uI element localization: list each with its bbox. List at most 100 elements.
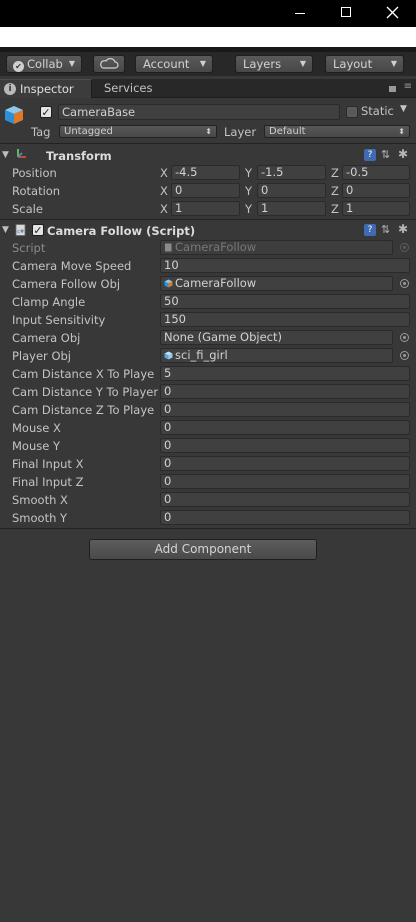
tab-bar: i Inspector Services ≡ <box>0 79 416 98</box>
transform-x-field[interactable]: 1 <box>171 201 240 216</box>
dropdown-arrow-icon: ⬍ <box>205 127 212 136</box>
value-field[interactable]: 0 <box>160 456 410 471</box>
field-label: Mouse X <box>12 421 61 435</box>
transform-row-label: Scale <box>12 202 43 216</box>
field-label: Smooth X <box>12 493 68 507</box>
tab-services[interactable]: Services <box>104 79 153 98</box>
value-field[interactable]: 0 <box>160 492 410 507</box>
field-label: Smooth Y <box>12 511 68 525</box>
transform-x-field[interactable]: -4.5 <box>171 165 240 180</box>
transform-x-field[interactable]: 0 <box>171 183 240 198</box>
foldout-arrow-icon[interactable]: ▼ <box>2 225 9 235</box>
dropdown-arrow-icon: ⬍ <box>398 127 405 136</box>
dropdown-arrow-icon: ▼ <box>390 59 397 68</box>
layout-dropdown[interactable]: Layout ▼ <box>325 55 404 73</box>
axis-x-label: X <box>160 184 168 198</box>
transform-y-field[interactable]: 0 <box>257 183 326 198</box>
minimize-button[interactable] <box>276 0 322 27</box>
field-label: Mouse Y <box>12 439 60 453</box>
separator <box>0 143 416 144</box>
field-label: Cam Distance X To Playe <box>12 367 155 381</box>
layer-dropdown[interactable]: Default ⬍ <box>264 125 410 138</box>
add-component-button[interactable]: Add Component <box>89 539 317 560</box>
cloud-button[interactable] <box>93 55 125 73</box>
tag-label: Tag <box>31 125 51 139</box>
axis-z-label: Z <box>331 184 339 198</box>
value-field[interactable]: 0 <box>160 402 410 417</box>
separator <box>0 219 416 220</box>
preset-sliders-icon[interactable]: ⇅ <box>381 224 393 236</box>
static-checkbox[interactable] <box>346 106 358 118</box>
transform-z-field[interactable]: -0.5 <box>342 165 410 180</box>
script-component-header[interactable]: ▼ c# ✓ Camera Follow (Script) ? ⇅ ✱ <box>0 222 416 240</box>
object-reference-field[interactable]: None (Game Object) <box>160 330 393 345</box>
value-field[interactable]: 5 <box>160 366 410 381</box>
maximize-icon <box>341 7 351 17</box>
preset-sliders-icon[interactable]: ⇅ <box>381 149 393 161</box>
tab-inspector-label: Inspector <box>20 82 74 96</box>
gear-icon[interactable]: ✱ <box>398 223 410 235</box>
collab-button[interactable]: ✔ Collab ▼ <box>6 55 82 73</box>
field-label: Final Input X <box>12 457 84 471</box>
object-picker-icon[interactable] <box>400 279 409 288</box>
axis-x-label: X <box>160 202 168 216</box>
field-label: Final Input Z <box>12 475 84 489</box>
menu-strip <box>0 27 416 47</box>
transform-z-field[interactable]: 0 <box>342 183 410 198</box>
foldout-arrow-icon[interactable]: ▼ <box>2 150 9 160</box>
value-field[interactable]: 0 <box>160 474 410 489</box>
object-reference-field[interactable]: CameraFollow <box>160 276 393 291</box>
help-icon[interactable]: ? <box>364 149 376 161</box>
field-label: Camera Move Speed <box>12 259 132 273</box>
script-enabled-checkbox[interactable]: ✓ <box>32 224 44 236</box>
transform-y-field[interactable]: -1.5 <box>257 165 326 180</box>
object-reference-field[interactable]: sci_fi_girl <box>160 348 393 363</box>
object-picker-icon <box>400 243 409 252</box>
field-label: Input Sensitivity <box>12 313 106 327</box>
value-field[interactable]: 0 <box>160 438 410 453</box>
field-label: Player Obj <box>12 349 71 363</box>
value-field[interactable]: 10 <box>160 258 410 273</box>
axis-y-label: Y <box>245 184 253 198</box>
axis-y-label: Y <box>245 202 253 216</box>
script-reference-field: CameraFollow <box>160 240 393 255</box>
value-field[interactable]: 150 <box>160 312 410 327</box>
tab-inspector[interactable]: i Inspector <box>0 79 92 98</box>
object-picker-icon[interactable] <box>400 351 409 360</box>
dropdown-arrow-icon: ▼ <box>299 59 306 68</box>
gameobject-name-field[interactable]: CameraBase <box>58 104 340 120</box>
transform-header[interactable]: ▼ Transform ? ⇅ ✱ <box>0 147 416 165</box>
info-icon: i <box>4 83 16 95</box>
value-field[interactable]: 0 <box>160 420 410 435</box>
tag-dropdown[interactable]: Untagged ⬍ <box>59 125 217 138</box>
gear-icon[interactable]: ✱ <box>398 148 410 160</box>
value-field[interactable]: 0 <box>160 510 410 525</box>
minimize-icon <box>295 13 305 14</box>
close-button[interactable] <box>370 0 416 27</box>
lock-icon[interactable] <box>389 86 396 92</box>
dropdown-arrow-icon: ▼ <box>199 59 206 68</box>
value-field[interactable]: 50 <box>160 294 410 309</box>
account-dropdown[interactable]: Account ▼ <box>135 55 213 73</box>
layer-label: Layer <box>224 125 257 139</box>
value-field[interactable]: 0 <box>160 384 410 399</box>
field-label: Camera Obj <box>12 331 81 345</box>
layer-value: Default <box>269 126 306 137</box>
tab-services-label: Services <box>104 81 153 95</box>
transform-z-field[interactable]: 1 <box>342 201 410 216</box>
panel-menu-icon[interactable]: ≡ <box>404 81 412 92</box>
gameobject-active-checkbox[interactable]: ✓ <box>40 106 52 118</box>
layers-dropdown[interactable]: Layers ▼ <box>235 55 313 73</box>
close-icon <box>386 6 399 19</box>
object-picker-icon[interactable] <box>400 333 409 342</box>
static-dropdown-arrow-icon[interactable]: ▼ <box>400 104 407 114</box>
transform-title: Transform <box>46 149 112 163</box>
check-icon: ✔ <box>13 61 24 72</box>
transform-row-label: Rotation <box>12 184 61 198</box>
separator <box>0 528 416 529</box>
help-icon[interactable]: ? <box>364 224 376 236</box>
cloud-icon <box>100 58 119 69</box>
window-titlebar <box>0 0 416 27</box>
transform-y-field[interactable]: 1 <box>257 201 326 216</box>
maximize-button[interactable] <box>323 0 369 27</box>
